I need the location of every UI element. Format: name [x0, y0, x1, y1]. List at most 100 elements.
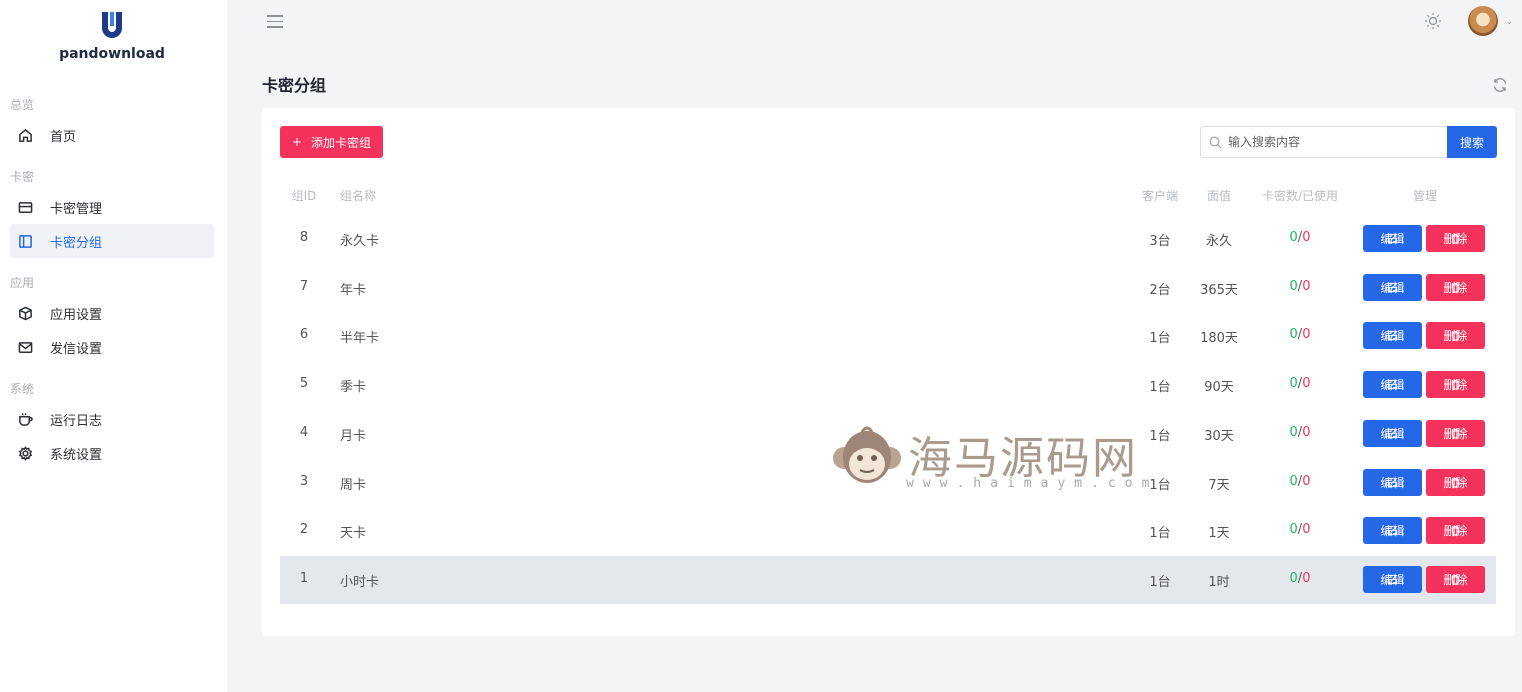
- header-id: 组ID: [291, 189, 317, 203]
- cell-name: 小时卡: [340, 574, 380, 590]
- cell-name: 天卡: [340, 526, 367, 542]
- table-row[interactable]: 7 年卡 2台 365天 0/0 编辑 删除: [280, 264, 1496, 312]
- sidebar-item-card-group[interactable]: 卡密分组: [10, 224, 214, 258]
- add-group-button[interactable]: + 添加卡密组: [280, 126, 383, 158]
- theme-toggle-icon[interactable]: [1424, 12, 1442, 30]
- monkey-logo-icon: [833, 426, 901, 483]
- cell-value: 90天: [1204, 380, 1234, 396]
- delete-button[interactable]: 删除: [1426, 225, 1485, 252]
- cell-used: 0/0: [1258, 327, 1342, 342]
- watermark-url: www.haimaym.com: [906, 476, 1159, 491]
- cell-client: 3台: [1149, 234, 1171, 249]
- gear-icon: [17, 445, 33, 461]
- cell-value: 30天: [1204, 428, 1234, 444]
- edit-label: 编辑: [1380, 232, 1405, 246]
- edit-button[interactable]: 编辑: [1363, 517, 1422, 545]
- cell-id: 5: [299, 376, 309, 392]
- edit-button[interactable]: 编辑: [1363, 468, 1422, 496]
- edit-label: 编辑: [1380, 280, 1405, 295]
- search-input[interactable]: [1228, 135, 1428, 149]
- sidebar-item-label: 卡密分组: [50, 235, 103, 251]
- delete-label: 删除: [1443, 329, 1468, 344]
- cell-id: 7: [299, 278, 309, 294]
- sidebar-item-card-manage[interactable]: 卡密管理: [10, 190, 214, 224]
- delete-button[interactable]: 删除: [1426, 322, 1485, 350]
- cell-name: 永久卡: [340, 234, 380, 249]
- cell-used: 0/0: [1258, 230, 1342, 245]
- edit-button[interactable]: 编辑: [1363, 371, 1422, 399]
- sidebar-item-label: 发信设置: [50, 341, 103, 357]
- cell-used: 0/0: [1258, 571, 1342, 586]
- delete-button[interactable]: 删除: [1426, 468, 1485, 496]
- sidebar-item-mail-settings[interactable]: 发信设置: [10, 330, 214, 364]
- sidebar-item-label: 卡密管理: [50, 201, 103, 217]
- cell-client: 1台: [1149, 380, 1171, 396]
- search-button[interactable]: 搜索: [1447, 126, 1497, 158]
- delete-label: 删除: [1443, 280, 1468, 295]
- chevron-down-icon[interactable]: ⌄: [1505, 17, 1513, 27]
- refresh-icon[interactable]: [1492, 77, 1508, 93]
- delete-label: 删除: [1443, 524, 1468, 539]
- table-row[interactable]: 2 天卡 1台 1天 0/0 编辑 删除: [280, 507, 1496, 555]
- cell-id: 3: [299, 473, 309, 489]
- table-row[interactable]: 1 小时卡 1台 1时 0/0 编辑 删除: [280, 555, 1496, 604]
- sidebar-item-run-log[interactable]: 运行日志: [10, 402, 214, 436]
- sidebar-item-label: 应用设置: [50, 307, 103, 323]
- cell-id: 1: [299, 570, 309, 586]
- sidebar-item-home[interactable]: 首页: [10, 118, 214, 152]
- delete-button[interactable]: 删除: [1426, 419, 1485, 447]
- table-row[interactable]: 6 半年卡 1台 180天 0/0 编辑 删除: [280, 312, 1496, 360]
- menu-toggle-icon[interactable]: [267, 15, 283, 29]
- sidebar-item-system-settings[interactable]: 系统设置: [10, 436, 214, 470]
- delete-button[interactable]: 删除: [1426, 565, 1485, 593]
- cell-used-count: 0: [1302, 376, 1311, 392]
- cell-total-count: 0: [1289, 230, 1298, 245]
- delete-button[interactable]: 删除: [1426, 371, 1485, 399]
- cell-total-count: 0: [1289, 327, 1298, 343]
- edit-button[interactable]: 编辑: [1363, 225, 1422, 252]
- cell-name: 季卡: [340, 380, 367, 396]
- sidebar-item-label: 系统设置: [50, 447, 103, 463]
- topbar: ⌄: [229, 0, 1522, 46]
- header-client: 客户端: [1141, 189, 1178, 203]
- cell-client: 2台: [1149, 282, 1171, 298]
- delete-button[interactable]: 删除: [1426, 273, 1485, 301]
- edit-button[interactable]: 编辑: [1363, 322, 1422, 350]
- nav-section-system: 系统: [10, 382, 35, 396]
- edit-button[interactable]: 编辑: [1363, 419, 1422, 447]
- watermark: 海马源码网 www.haimaym.com: [832, 420, 1192, 500]
- sidebar-item-label: 运行日志: [50, 413, 103, 429]
- sidebar-item-app-settings[interactable]: 应用设置: [10, 296, 214, 330]
- cell-total-count: 0: [1289, 424, 1298, 440]
- cell-total-count: 0: [1289, 522, 1298, 538]
- sidebar-item-label: 首页: [50, 129, 77, 145]
- cell-value: 1天: [1208, 526, 1230, 542]
- table-row[interactable]: 8 永久卡 3台 永久 0/0 编辑 删除: [280, 215, 1496, 263]
- cell-value: 180天: [1200, 331, 1238, 347]
- cell-used-count: 0: [1302, 522, 1311, 538]
- cell-name: 月卡: [340, 428, 367, 444]
- group-icon: [17, 233, 33, 249]
- table-row[interactable]: 5 季卡 1台 90天 0/0 编辑 删除: [280, 361, 1496, 409]
- card-icon: [17, 199, 33, 215]
- avatar[interactable]: [1468, 6, 1498, 36]
- add-group-label: 添加卡密组: [311, 135, 372, 150]
- edit-label: 编辑: [1380, 378, 1405, 393]
- delete-button[interactable]: 删除: [1426, 517, 1485, 545]
- edit-label: 编辑: [1380, 329, 1405, 344]
- cell-value: 永久: [1205, 234, 1232, 249]
- cell-used: 0/0: [1258, 279, 1342, 294]
- logo[interactable]: pandownload: [0, 10, 224, 62]
- sidebar: pandownload 总览 首页 卡密 卡密管理 卡密分组 应用 应用设置 发…: [0, 0, 229, 692]
- edit-button[interactable]: 编辑: [1363, 565, 1422, 593]
- group-card: + 添加卡密组 搜索 组ID 组名称 客户端 面值 卡密数/已使用 管理 8 永久…: [262, 108, 1515, 636]
- header-value: 面值: [1206, 189, 1231, 203]
- edit-label: 编辑: [1380, 475, 1405, 490]
- cell-client: 1台: [1149, 574, 1171, 590]
- cell-used-count: 0: [1302, 570, 1311, 586]
- cup-icon: [17, 411, 33, 427]
- edit-label: 编辑: [1380, 426, 1405, 441]
- cell-name: 年卡: [340, 282, 367, 298]
- cell-name: 半年卡: [340, 331, 380, 347]
- edit-button[interactable]: 编辑: [1363, 273, 1422, 301]
